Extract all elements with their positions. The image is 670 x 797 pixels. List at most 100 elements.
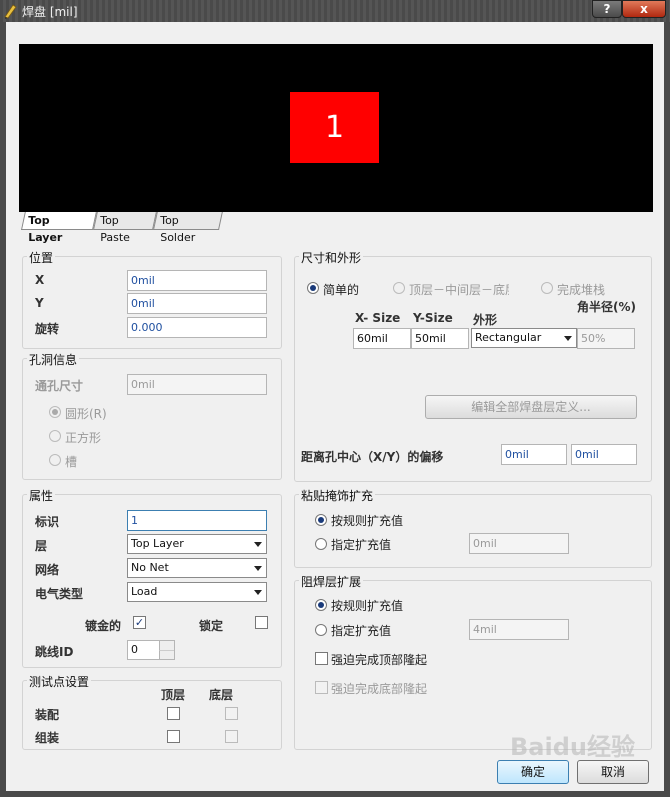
paste-mask-group: 粘贴掩饰扩充 按规则扩充值 指定扩充值 0mil [294,487,652,568]
corner-radius-label: 角半径(%) [577,300,636,314]
app-icon [4,4,17,19]
hole-size-label: 通孔尺寸 [35,379,84,393]
tmb-label: 顶层－中间层－底层 [409,283,509,297]
pad-dialog: 焊盘 [mil] ? x 1 Top Layer Top Paste Top S… [0,0,670,797]
square-radio[interactable] [49,430,61,442]
force-bottom-checkbox[interactable] [315,681,328,694]
chevron-down-icon [564,336,572,341]
solder-specify-input[interactable]: 4mil [469,619,569,640]
title-bar: 焊盘 [mil] ? x [0,0,670,22]
solder-specify-radio[interactable] [315,624,327,636]
slot-label: 槽 [65,455,78,469]
chevron-down-icon [254,566,262,571]
tab-top-layer[interactable]: Top Layer [21,212,97,244]
square-label: 正方形 [65,431,102,445]
ysize-input[interactable]: 50mil [411,328,469,349]
properties-group: 属性 标识 1 层 Top Layer 网络 No Net 电气类型 Load … [22,487,282,668]
tmb-radio[interactable] [393,282,405,294]
force-bottom-label: 强迫完成底部隆起 [331,682,428,696]
testpoint-top-label: 顶层 [161,688,186,702]
edit-all-layers-button[interactable]: 编辑全部焊盘层定义... [425,395,637,419]
force-top-label: 强迫完成顶部隆起 [331,653,428,667]
pad-preview: 1 [19,44,653,212]
net-value: No Net [131,561,169,574]
jumper-id-label: 跳线ID [35,645,74,659]
offset-x-input[interactable]: 0mil [501,444,567,465]
ysize-label: Y-Size [413,311,453,325]
paste-mask-title: 粘贴掩饰扩充 [299,487,376,504]
fab-top-checkbox[interactable] [167,707,180,720]
full-stack-radio[interactable] [541,282,553,294]
close-button[interactable]: x [622,0,666,18]
shape-select[interactable]: Rectangular [471,328,577,348]
solder-specify-label: 指定扩充值 [331,624,392,638]
jumper-id-stepper[interactable]: 0 [127,640,175,660]
y-label: Y [35,296,44,310]
elec-type-select[interactable]: Load [127,582,267,602]
testpoint-group: 测试点设置 顶层 底层 装配 组装 [22,673,282,750]
y-input[interactable]: 0mil [127,293,267,314]
assy-top-checkbox[interactable] [167,730,180,743]
pad-shape: 1 [290,92,379,163]
round-radio[interactable] [49,406,61,418]
layer-value: Top Layer [131,537,184,550]
paste-specify-label: 指定扩充值 [331,538,392,552]
solder-mask-group: 阻焊层扩展 按规则扩充值 指定扩充值 4mil 强迫完成顶部隆起 强迫完成底部隆… [294,573,652,750]
spin-up-icon[interactable] [159,641,174,650]
layer-select[interactable]: Top Layer [127,534,267,554]
assy-bottom-checkbox[interactable] [225,730,238,743]
fab-bottom-checkbox[interactable] [225,707,238,720]
paste-rule-radio[interactable] [315,514,327,526]
locked-label: 锁定 [199,619,224,633]
paste-rule-label: 按规则扩充值 [331,514,404,528]
net-select[interactable]: No Net [127,558,267,578]
xsize-label: X- Size [355,311,401,325]
shape-value: Rectangular [475,331,542,344]
layer-label: 层 [35,539,48,553]
size-shape-group: 尺寸和外形 简单的 顶层－中间层－底层 完成堆栈 角半径(%) X- Size … [294,249,652,482]
testpoint-title: 测试点设置 [27,673,92,690]
hole-group: 孔洞信息 通孔尺寸 0mil 圆形(R) 正方形 槽 [22,351,282,480]
simple-radio[interactable] [307,282,319,294]
xsize-input[interactable]: 60mil [353,328,411,349]
hole-title: 孔洞信息 [27,351,80,368]
net-label: 网络 [35,563,60,577]
size-shape-title: 尺寸和外形 [299,249,364,266]
offset-label: 距离孔中心（X/Y）的偏移 [301,450,444,464]
slot-radio[interactable] [49,454,61,466]
properties-title: 属性 [27,487,56,504]
x-input[interactable]: 0mil [127,270,267,291]
cancel-button[interactable]: 取消 [577,760,649,784]
locked-checkbox[interactable] [255,616,268,629]
force-top-checkbox[interactable] [315,652,328,665]
solder-rule-radio[interactable] [315,599,327,611]
tab-label: Top Paste [100,214,130,244]
solder-rule-label: 按规则扩充值 [331,599,404,613]
tab-top-paste[interactable]: Top Paste [93,212,157,244]
designator-label: 标识 [35,515,60,529]
round-label: 圆形(R) [65,407,107,421]
simple-label: 简单的 [323,283,360,297]
plated-checkbox[interactable]: ✓ [133,616,146,629]
hole-size-input[interactable]: 0mil [127,374,267,395]
window-title: 焊盘 [mil] [22,5,78,19]
paste-specify-input[interactable]: 0mil [469,533,569,554]
designator-input[interactable]: 1 [127,510,267,531]
paste-specify-radio[interactable] [315,538,327,550]
full-stack-label: 完成堆栈 [557,283,606,297]
x-label: X [35,273,45,287]
ok-button[interactable]: 确定 [497,760,569,784]
jumper-id-value: 0 [131,643,138,656]
spin-down-icon[interactable] [159,650,174,659]
position-group: 位置 X 0mil Y 0mil 旋转 0.000 [22,249,282,349]
tab-label: Top Layer [28,214,63,244]
tab-top-solder[interactable]: Top Solder [153,212,223,244]
offset-y-input[interactable]: 0mil [571,444,637,465]
chevron-down-icon [254,590,262,595]
rotation-input[interactable]: 0.000 [127,317,267,338]
chevron-down-icon [254,542,262,547]
solder-mask-title: 阻焊层扩展 [299,573,364,590]
testpoint-bottom-label: 底层 [209,688,234,702]
help-button[interactable]: ? [592,0,622,18]
corner-radius-input[interactable]: 50% [577,328,635,349]
